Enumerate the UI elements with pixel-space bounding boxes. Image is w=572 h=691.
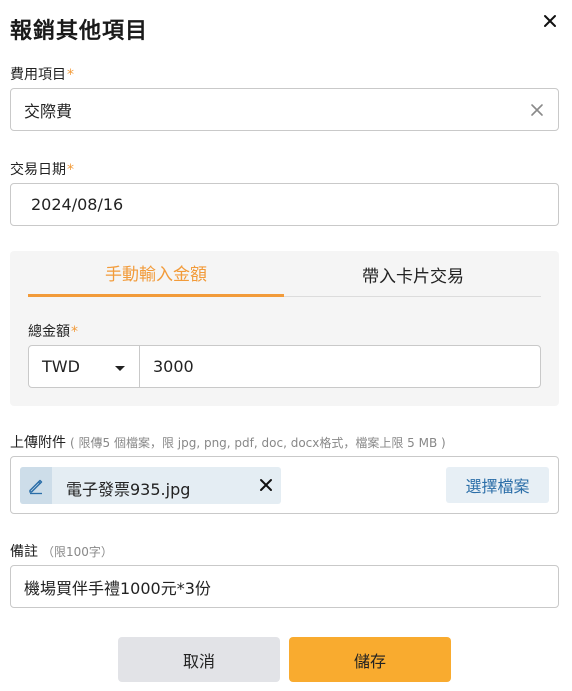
notes-input[interactable]: 機場買伴手禮1000元*3份 <box>10 565 559 608</box>
remove-file-icon[interactable] <box>259 478 273 492</box>
total-amount-label: 總金額* <box>28 324 78 340</box>
upload-box: 電子發票935.jpg 選擇檔案 <box>10 456 559 514</box>
transaction-date-value: 2024/08/16 <box>31 195 124 214</box>
transaction-date-input[interactable]: 2024/08/16 <box>10 183 559 226</box>
tab-manual-amount[interactable]: 手動輸入金額 <box>28 251 284 297</box>
edit-pencil-icon[interactable] <box>20 467 52 504</box>
tab-card-transaction[interactable]: 帶入卡片交易 <box>285 251 541 297</box>
attachments-label: 上傳附件( 限傳5 個檔案，限 jpg, png, pdf, doc, docx… <box>10 435 446 451</box>
transaction-date-label: 交易日期* <box>10 162 74 178</box>
currency-select[interactable]: TWD <box>28 345 140 388</box>
amount-panel: 手動輸入金額 帶入卡片交易 總金額* TWD 3000 <box>10 251 559 406</box>
amount-input[interactable]: 3000 <box>139 345 541 388</box>
notes-value: 機場買伴手禮1000元*3份 <box>24 578 211 598</box>
amount-tabs: 手動輸入金額 帶入卡片交易 <box>28 251 541 297</box>
close-icon[interactable] <box>541 12 559 30</box>
cancel-button[interactable]: 取消 <box>118 637 280 682</box>
file-name: 電子發票935.jpg <box>66 480 191 499</box>
save-button[interactable]: 儲存 <box>289 637 451 682</box>
amount-value: 3000 <box>153 357 194 376</box>
clear-icon[interactable] <box>529 102 545 118</box>
choose-file-button[interactable]: 選擇檔案 <box>446 467 549 503</box>
expense-item-select[interactable]: 交際費 <box>10 88 559 131</box>
attachments-hint: ( 限傳5 個檔案，限 jpg, png, pdf, doc, docx格式，檔… <box>70 436 446 450</box>
notes-hint: （限100字） <box>42 545 113 559</box>
chevron-down-icon <box>115 366 125 371</box>
dialog-title: 報銷其他項目 <box>10 19 149 44</box>
currency-value: TWD <box>42 357 80 376</box>
file-chip: 電子發票935.jpg <box>20 467 281 504</box>
expense-item-value: 交際費 <box>24 101 73 121</box>
expense-item-label: 費用項目* <box>10 67 74 83</box>
notes-label: 備註 （限100字） <box>10 544 113 560</box>
